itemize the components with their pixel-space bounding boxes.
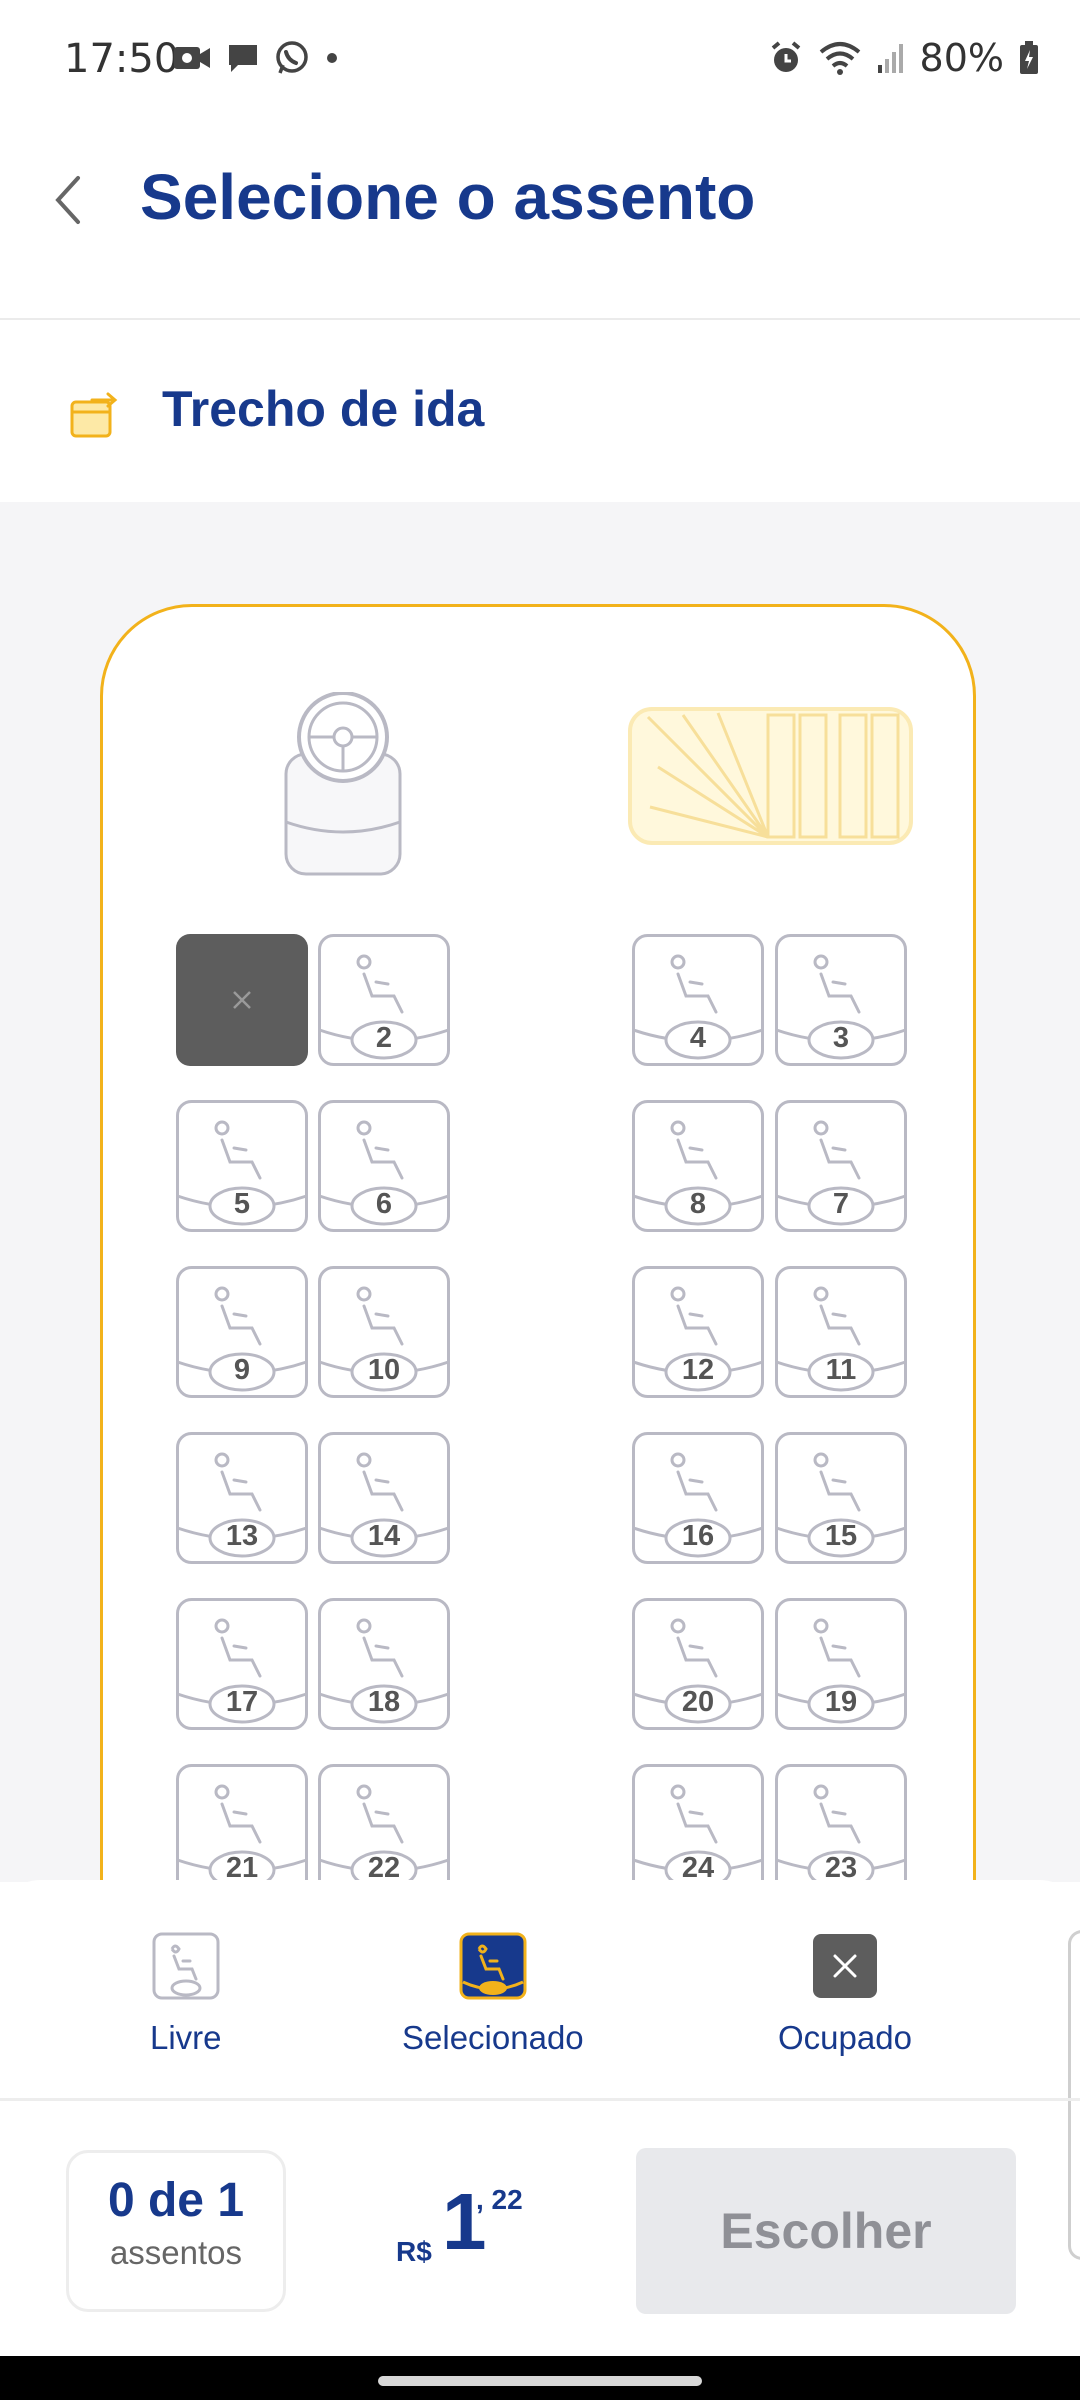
seat-10[interactable]: 10 [318, 1266, 450, 1398]
occupied-seat-icon [812, 1934, 877, 1998]
chevron-left-icon [55, 176, 80, 224]
legend-occupied: Ocupado [778, 1932, 912, 2057]
price-currency: R$ [396, 2236, 432, 2267]
signal-icon [877, 44, 903, 73]
seat-map-area[interactable]: 2 4 3 5 6 8 7 9 10 12 11 13 14 16 15 17 18 20 19 21 22 24 23 [0, 502, 1080, 1882]
seat-22[interactable]: 22 [318, 1764, 450, 1882]
seat-number: 5 [233, 1188, 251, 1220]
seat-number: 15 [824, 1520, 858, 1552]
counter-value: 0 de 1 [107, 2174, 245, 2227]
seat-14[interactable]: 14 [318, 1432, 450, 1564]
selected-seat-icon [459, 1932, 527, 2000]
wifi-icon [819, 42, 860, 75]
seat-21[interactable]: 21 [176, 1764, 308, 1882]
alarm-icon [771, 41, 800, 72]
bus-door-icon [628, 707, 913, 850]
back-button[interactable] [40, 170, 100, 230]
seat-number: 22 [367, 1852, 401, 1882]
seat-number: 17 [225, 1686, 259, 1718]
calendar-arrow-icon [70, 392, 120, 445]
whatsapp-icon [276, 41, 308, 74]
seat-number: 14 [367, 1520, 401, 1552]
seat-number: 24 [681, 1852, 715, 1882]
seat-18[interactable]: 18 [318, 1598, 450, 1730]
seat-2[interactable]: 2 [318, 934, 450, 1066]
free-seat-icon [152, 1932, 220, 2000]
steering-wheel-icon [278, 691, 408, 887]
chat-icon [229, 45, 257, 72]
legend-selected: Selecionado [402, 1932, 584, 2057]
status-right: 80% [768, 36, 1040, 80]
seat-1[interactable] [176, 934, 308, 1066]
seat-number: 9 [233, 1354, 251, 1386]
legend-occupied-label: Ocupado [778, 2019, 912, 2056]
seat-number: 6 [375, 1188, 393, 1220]
seat-11[interactable]: 11 [775, 1266, 907, 1398]
seat-17[interactable]: 17 [176, 1598, 308, 1730]
home-handle[interactable] [378, 2376, 702, 2386]
video-call-icon [174, 47, 210, 69]
battery-icon [1020, 41, 1038, 74]
seat-number: 8 [689, 1188, 707, 1220]
dot-icon [327, 53, 337, 63]
seat-16[interactable]: 16 [632, 1432, 764, 1564]
seat-number: 18 [367, 1686, 401, 1718]
seat-12[interactable]: 12 [632, 1266, 764, 1398]
section-title: Trecho de ida [162, 381, 485, 437]
seat-number: 20 [681, 1686, 715, 1718]
choose-button[interactable]: Escolher [636, 2148, 1016, 2314]
seat-number: 16 [681, 1520, 715, 1552]
seat-number: 23 [824, 1852, 858, 1882]
close-icon [233, 991, 251, 1009]
seat-7[interactable]: 7 [775, 1100, 907, 1232]
seat-number: 2 [375, 1022, 393, 1054]
seat-13[interactable]: 13 [176, 1432, 308, 1564]
seat-3[interactable]: 3 [775, 934, 907, 1066]
seat-8[interactable]: 8 [632, 1100, 764, 1232]
seat-20[interactable]: 20 [632, 1598, 764, 1730]
seat-19[interactable]: 19 [775, 1598, 907, 1730]
seat-number: 21 [225, 1852, 259, 1882]
seat-9[interactable]: 9 [176, 1266, 308, 1398]
seat-6[interactable]: 6 [318, 1100, 450, 1232]
seat-15[interactable]: 15 [775, 1432, 907, 1564]
divider [0, 2098, 1080, 2101]
seat-number: 3 [832, 1022, 850, 1054]
seat-number: 4 [689, 1022, 707, 1054]
notification-icons [172, 40, 340, 76]
seat-number: 7 [832, 1188, 850, 1220]
seat-number: 19 [824, 1686, 858, 1718]
seat-number: 10 [367, 1354, 401, 1386]
legend-free-label: Livre [150, 2019, 222, 2056]
battery-percent: 80% [919, 36, 1004, 80]
seat-5[interactable]: 5 [176, 1100, 308, 1232]
counter-label: assentos [109, 2234, 243, 2271]
scroll-handle [1068, 1930, 1080, 2260]
legend-free: Livre [150, 1932, 222, 2057]
seat-23[interactable]: 23 [775, 1764, 907, 1882]
seat-24[interactable]: 24 [632, 1764, 764, 1882]
seat-number: 11 [825, 1354, 857, 1386]
status-time: 17:50 [64, 36, 180, 82]
price-decimal: , 22 [476, 2184, 523, 2215]
legend-selected-label: Selecionado [402, 2019, 584, 2056]
seat-4[interactable]: 4 [632, 934, 764, 1066]
status-bar: 17:50 80% [0, 0, 1080, 120]
seat-number: 12 [681, 1354, 715, 1386]
seat-counter: 0 de 1 assentos [66, 2150, 286, 2312]
page-title: Selecione o assento [140, 161, 756, 233]
seat-number: 13 [225, 1520, 259, 1552]
